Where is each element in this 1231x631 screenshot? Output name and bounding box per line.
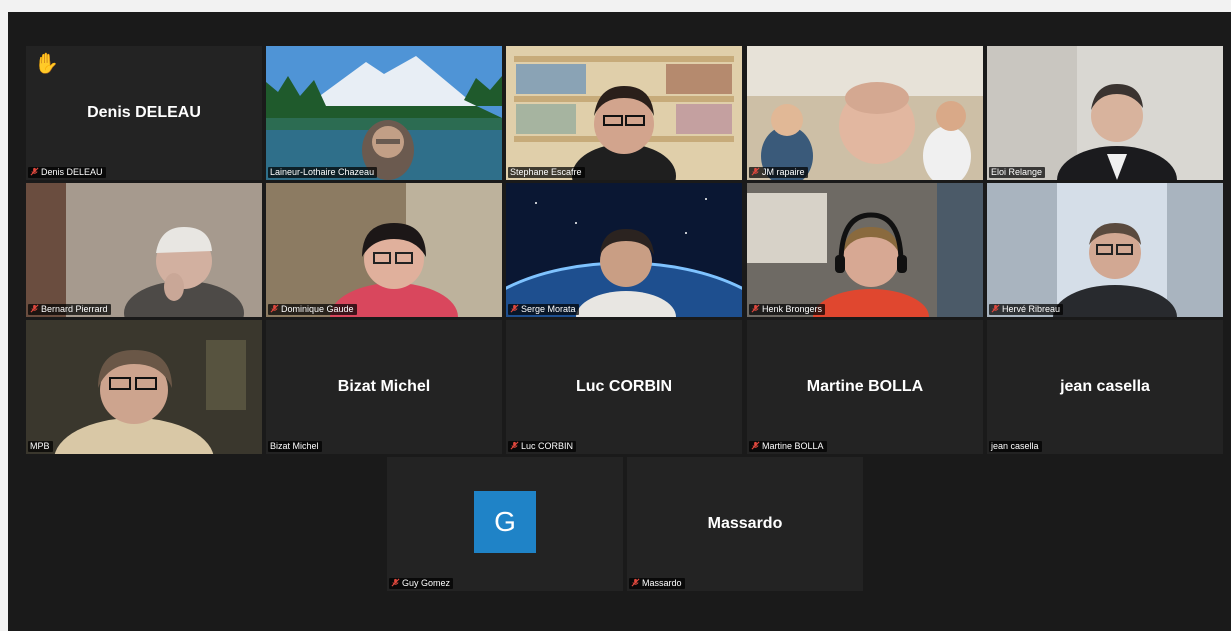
participant-tile[interactable]: ✋ Denis DELEAU Denis DELEAU [26, 46, 262, 180]
participant-name-label: jean casella [989, 441, 1042, 452]
participant-tile[interactable]: Martine BOLLA Martine BOLLA [747, 320, 983, 454]
dim-room-background-video [26, 320, 262, 454]
participant-name: Denis DELEAU [41, 167, 103, 177]
participant-avatar: G [474, 491, 536, 553]
participant-name: Guy Gomez [402, 578, 451, 588]
participant-name: Bernard Pierrard [41, 304, 108, 314]
participant-display-name: Martine BOLLA [806, 378, 924, 395]
participant-name: Luc CORBIN [521, 441, 574, 451]
muted-mic-icon [270, 304, 279, 313]
participant-display-name: jean casella [1060, 378, 1150, 395]
meeting-gallery-view: ✋ Denis DELEAU Denis DELEAU Laineur-Loth… [8, 12, 1231, 631]
participant-name: MPB [30, 441, 50, 451]
classroom-background-video [747, 46, 983, 180]
participant-video-tile[interactable]: MPB [26, 320, 262, 454]
bookshelf-background-video [506, 46, 742, 180]
muted-mic-icon [991, 304, 1000, 313]
participant-video-tile[interactable]: JM rapaire [747, 46, 983, 180]
participant-name-label: Massardo [629, 578, 685, 589]
participant-video-tile[interactable]: Dominique Gaude [266, 183, 502, 317]
participant-tile[interactable]: jean casella jean casella [987, 320, 1223, 454]
participant-name: Martine BOLLA [762, 441, 824, 451]
participant-video-tile-active-speaker[interactable]: Stephane Escafre [506, 46, 742, 180]
participant-name: Serge Morata [521, 304, 576, 314]
participant-display-name: Luc CORBIN [576, 378, 672, 395]
mountain-lake-background-video [266, 46, 502, 180]
home-background-video [266, 183, 502, 317]
muted-mic-icon [751, 167, 760, 176]
participant-name-label: Stephane Escafre [508, 167, 585, 178]
participant-name-label: Hervé Ribreau [989, 304, 1064, 315]
muted-mic-icon [391, 578, 400, 587]
participant-name: Stephane Escafre [510, 167, 582, 177]
muted-mic-icon [751, 304, 760, 313]
participant-name: Dominique Gaude [281, 304, 354, 314]
participant-name: Eloi Relange [991, 167, 1043, 177]
participant-name-label: Bernard Pierrard [28, 304, 111, 315]
muted-mic-icon [631, 578, 640, 587]
participant-name-label: Luc CORBIN [508, 441, 577, 452]
muted-mic-icon [751, 441, 760, 450]
muted-mic-icon [30, 167, 39, 176]
participant-name-label: Eloi Relange [989, 167, 1046, 178]
participant-tile[interactable]: Bizat Michel Bizat Michel [266, 320, 502, 454]
participant-name-label: Henk Brongers [749, 304, 826, 315]
participant-name-label: Guy Gomez [389, 578, 454, 589]
participant-name-label: Dominique Gaude [268, 304, 357, 315]
participant-video-tile[interactable]: Laineur-Lothaire Chazeau [266, 46, 502, 180]
participant-name-label: Serge Morata [508, 304, 579, 315]
raised-hand-icon: ✋ [34, 53, 59, 75]
participant-name-label: JM rapaire [749, 167, 808, 178]
participant-name: JM rapaire [762, 167, 805, 177]
participant-video-tile[interactable]: Eloi Relange [987, 46, 1223, 180]
participant-name: Laineur-Lothaire Chazeau [270, 167, 375, 177]
participant-name-label: Laineur-Lothaire Chazeau [268, 167, 378, 178]
living-room-background-video [26, 183, 262, 317]
office-headset-background-video [747, 183, 983, 317]
muted-mic-icon [510, 441, 519, 450]
participant-name-label: MPB [28, 441, 53, 452]
participant-video-tile[interactable]: Bernard Pierrard [26, 183, 262, 317]
participant-name-label: Martine BOLLA [749, 441, 827, 452]
participant-tile[interactable]: G Guy Gomez [387, 457, 623, 591]
participant-video-tile[interactable]: Hervé Ribreau [987, 183, 1223, 317]
participant-display-name: Denis DELEAU [87, 104, 201, 121]
participant-display-name: Massardo [707, 515, 783, 532]
participant-name-label: Denis DELEAU [28, 167, 106, 178]
participant-name: Bizat Michel [270, 441, 319, 451]
participant-video-tile[interactable]: Serge Morata [506, 183, 742, 317]
muted-mic-icon [30, 304, 39, 313]
participant-video-tile[interactable]: Henk Brongers [747, 183, 983, 317]
participant-name: jean casella [991, 441, 1039, 451]
participant-display-name: Bizat Michel [337, 378, 431, 395]
window-background-video [987, 183, 1223, 317]
participant-tile[interactable]: Massardo Massardo [627, 457, 863, 591]
office-background-video [987, 46, 1223, 180]
participant-name: Henk Brongers [762, 304, 823, 314]
participant-name-label: Bizat Michel [268, 441, 322, 452]
participant-tile[interactable]: Luc CORBIN Luc CORBIN [506, 320, 742, 454]
participant-name: Massardo [642, 578, 682, 588]
earth-space-background-video [506, 183, 742, 317]
muted-mic-icon [510, 304, 519, 313]
participant-name: Hervé Ribreau [1002, 304, 1061, 314]
